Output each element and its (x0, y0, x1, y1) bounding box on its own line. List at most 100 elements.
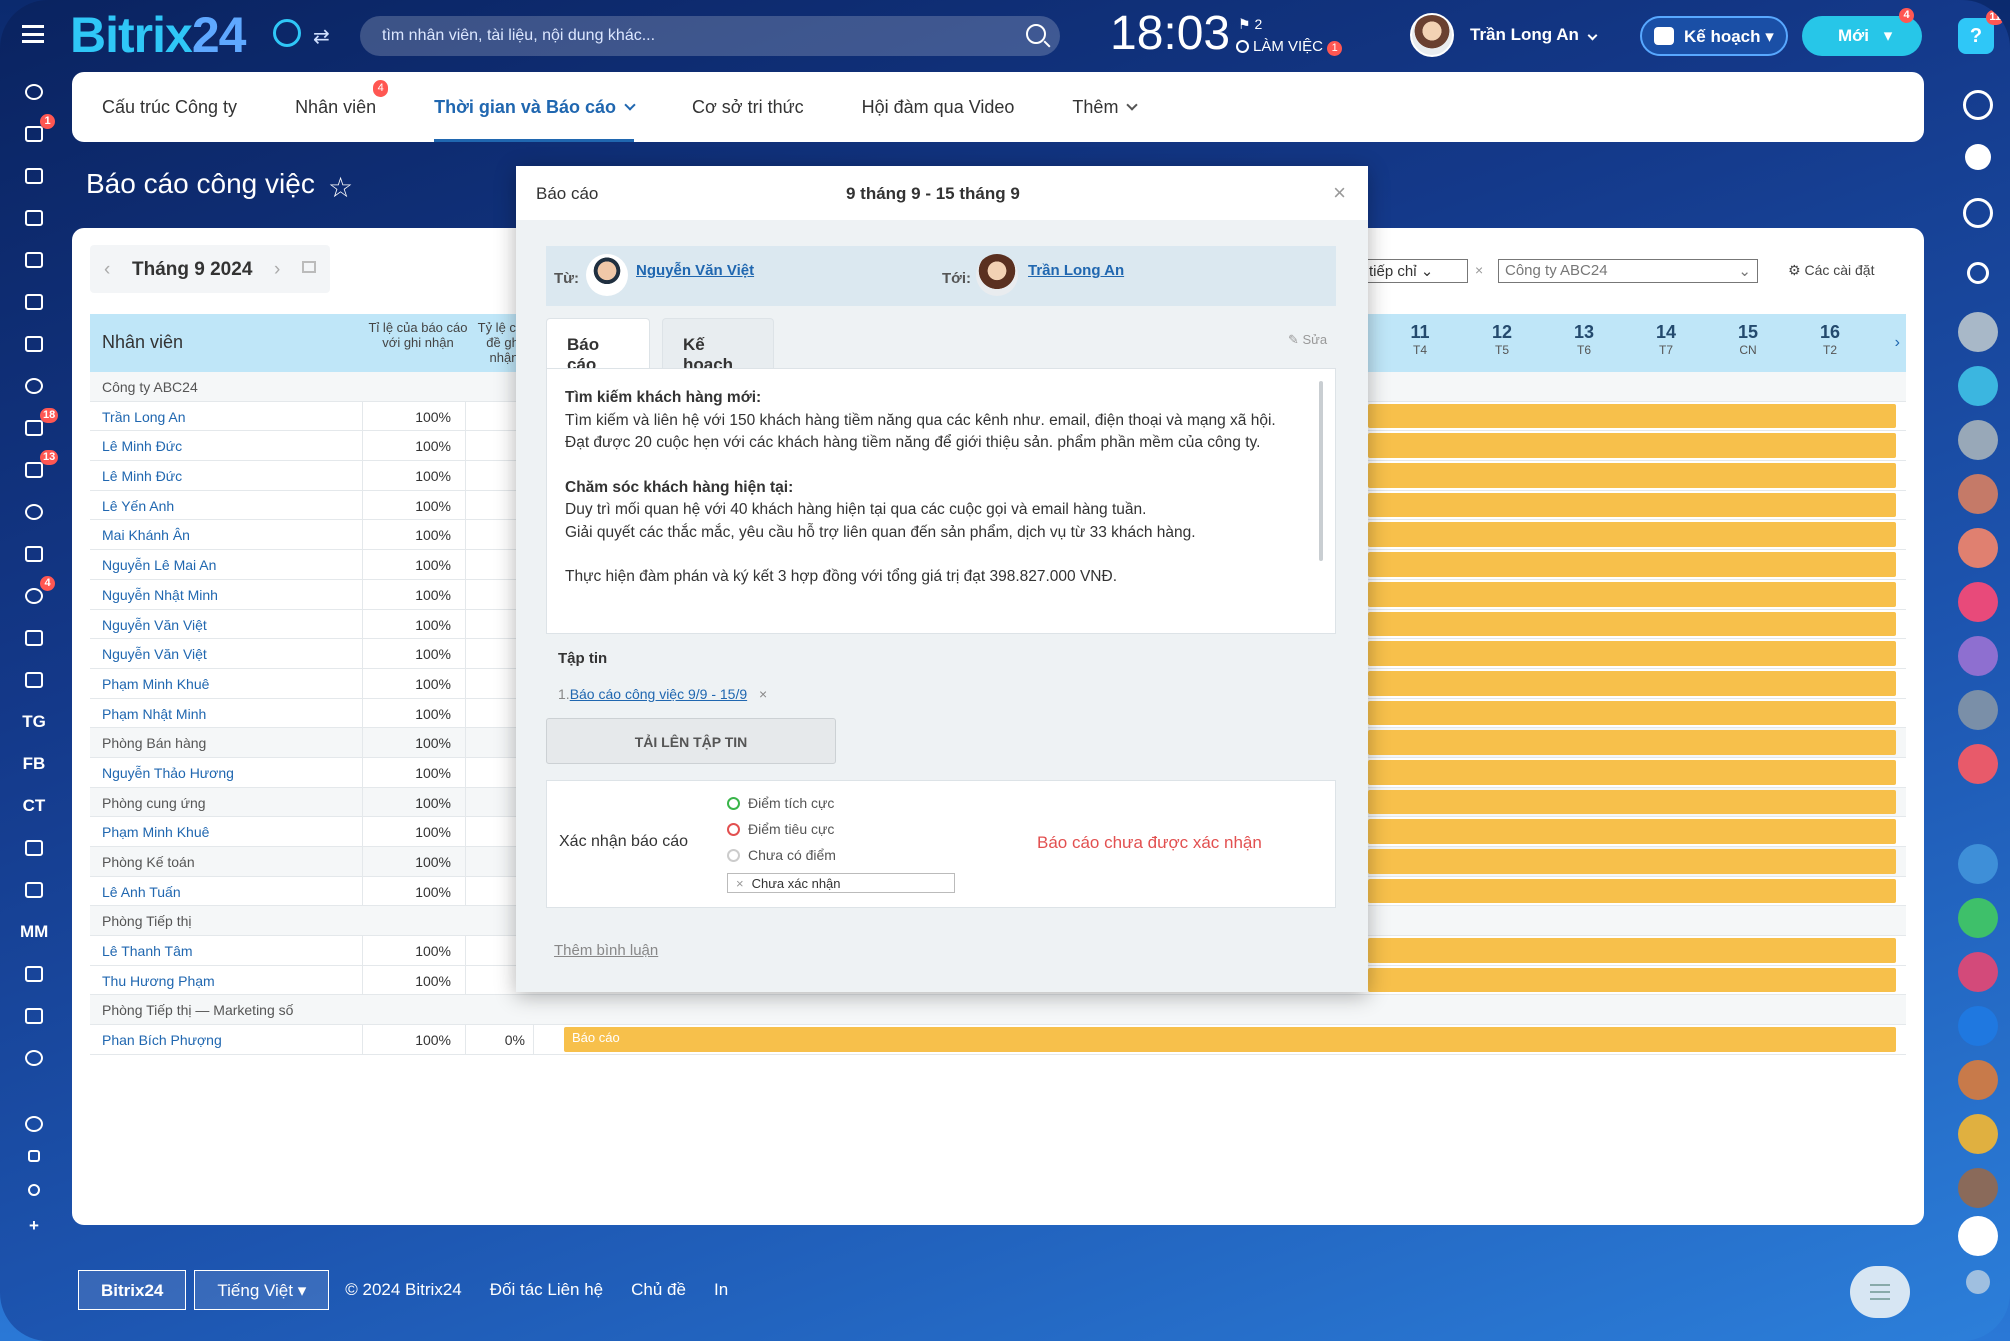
nav-more[interactable]: Thêm (1072, 72, 1139, 142)
chat-button[interactable] (1850, 1266, 1910, 1318)
sidebar-item-mm[interactable]: MM (20, 922, 48, 944)
report-bar[interactable] (1368, 670, 1896, 696)
footer-brand-button[interactable]: Bitrix24 (78, 1270, 187, 1310)
avatar[interactable] (1958, 1060, 1998, 1100)
sidebar-item-edit[interactable] (20, 1006, 48, 1028)
help-circle-icon[interactable] (20, 1114, 48, 1136)
report-bar[interactable] (1368, 552, 1896, 577)
sidebar-item-tg[interactable]: TG (20, 712, 48, 734)
plus-icon[interactable]: + (20, 1216, 48, 1238)
avatar[interactable] (1958, 528, 1998, 568)
search-input[interactable]: tìm nhân viên, tài liệu, nội dung khác..… (360, 16, 1060, 56)
month-selector[interactable]: ‹ Tháng 9 2024 › (90, 245, 330, 293)
file-link[interactable]: Báo cáo công việc 9/9 - 15/9 (570, 686, 747, 702)
target-icon[interactable] (1963, 90, 1993, 120)
filter-select[interactable]: tiếp chỉ ⌄ (1364, 259, 1468, 283)
sidebar-item-drive[interactable] (20, 250, 48, 272)
sidebar-item-target[interactable] (20, 502, 48, 524)
avatar[interactable] (1958, 474, 1998, 514)
avatar[interactable] (1958, 312, 1998, 352)
nav-knowledge-base[interactable]: Cơ sở tri thức (692, 72, 804, 142)
report-bar[interactable] (1368, 789, 1896, 815)
sidebar-item-filter[interactable]: 13 (20, 450, 59, 482)
report-bar[interactable] (1368, 967, 1896, 993)
employee-name[interactable]: Lê Thanh Tâm (102, 943, 193, 959)
footer-theme-link[interactable]: Chủ đề (631, 1280, 686, 1300)
employee-name[interactable]: Nguyễn Nhật Minh (102, 587, 218, 603)
logo[interactable]: Bitrix24 (70, 6, 246, 64)
sidebar-item-mail[interactable] (20, 334, 48, 356)
flag-counter[interactable]: ⚑ 2 (1238, 16, 1262, 33)
report-bar[interactable] (1368, 730, 1896, 755)
option-positive[interactable]: Điểm tích cực (727, 795, 834, 811)
sidebar-item-fb[interactable]: FB (20, 754, 48, 776)
employee-name[interactable]: Phạm Nhật Minh (102, 706, 206, 722)
tab-plan[interactable]: Kế hoạch (662, 318, 774, 374)
employee-name[interactable]: Nguyễn Văn Việt (102, 617, 207, 633)
sidebar-item-bank[interactable] (20, 838, 48, 860)
add-user-icon[interactable] (1966, 1270, 1990, 1294)
sidebar-item-ct[interactable]: CT (20, 796, 48, 818)
report-bar[interactable] (1368, 611, 1896, 637)
employee-name[interactable]: Nguyễn Văn Việt (102, 646, 207, 662)
report-bar[interactable] (1368, 433, 1896, 459)
company-select[interactable]: Công ty ABC24 ⌄ (1498, 259, 1758, 283)
report-bar[interactable] (1368, 819, 1896, 844)
add-comment-link[interactable]: Thêm bình luận (554, 942, 658, 959)
next-month-icon[interactable]: › (274, 259, 280, 281)
settings-button[interactable]: ⚙ Các cài đặt (1788, 262, 1875, 279)
employee-name[interactable]: Lê Minh Đức (102, 468, 182, 484)
report-bar[interactable] (1368, 463, 1896, 488)
help-icon[interactable]: ? 11 (1958, 10, 2004, 54)
sidebar-item-analytics[interactable] (20, 964, 48, 986)
chat-icon[interactable] (1958, 366, 1998, 406)
sidebar-item-chat[interactable] (20, 292, 48, 314)
star-icon[interactable]: ☆ (328, 171, 353, 204)
report-bar[interactable] (1368, 938, 1896, 963)
close-icon[interactable]: × (1475, 262, 1483, 278)
avatar[interactable] (1958, 744, 1998, 784)
from-user-link[interactable]: Nguyễn Văn Việt (636, 262, 754, 279)
menu-icon[interactable] (22, 25, 44, 43)
sidebar-item-box[interactable] (20, 670, 48, 692)
footer-partner-link[interactable]: Đối tác Liên hệ (490, 1280, 603, 1300)
info-icon[interactable] (1958, 1006, 1998, 1046)
employee-name[interactable]: Lê Yến Anh (102, 498, 174, 514)
report-bar[interactable] (1368, 492, 1896, 518)
plan-button[interactable]: Kế hoạch ▾ (1640, 16, 1788, 56)
option-negative[interactable]: Điểm tiêu cực (727, 821, 834, 837)
prev-month-icon[interactable]: ‹ (104, 259, 110, 281)
group-icon[interactable] (1958, 844, 1998, 884)
employee-name[interactable]: Nguyễn Thảo Hương (102, 765, 234, 781)
close-icon[interactable]: × (1333, 180, 1346, 206)
report-bar[interactable] (1368, 403, 1896, 429)
nav-employees[interactable]: Nhân viên 4 (295, 72, 389, 142)
sidebar-item-feed[interactable] (20, 82, 48, 104)
lock-shield-icon[interactable] (1958, 1216, 1998, 1256)
avatar[interactable] (1958, 952, 1998, 992)
video-icon[interactable] (1958, 582, 1998, 622)
sidebar-item-more[interactable] (20, 1048, 48, 1070)
gear-icon[interactable] (20, 1182, 48, 1204)
sitemap-icon[interactable] (20, 1148, 48, 1170)
lightbulb-icon[interactable] (1958, 1114, 1998, 1154)
language-select[interactable]: Tiếng Việt ▾ (194, 1270, 330, 1310)
chevron-right-icon[interactable]: › (1895, 334, 1900, 352)
nav-video-conference[interactable]: Hội đàm qua Video (862, 72, 1015, 142)
bell-icon[interactable] (1965, 144, 1991, 170)
report-bar[interactable] (1368, 641, 1896, 666)
avatar[interactable] (1958, 1168, 1998, 1208)
employee-name[interactable]: Mai Khánh Ân (102, 527, 190, 543)
avatar[interactable] (1958, 636, 1998, 676)
to-user-link[interactable]: Trần Long An (1028, 262, 1124, 279)
employee-name[interactable]: Nguyễn Lê Mai An (102, 557, 216, 573)
sidebar-item-calendar[interactable] (20, 166, 48, 188)
option-none[interactable]: Chưa có điểm (727, 847, 836, 863)
report-bar[interactable] (1368, 700, 1896, 726)
nav-company-structure[interactable]: Cấu trúc Công ty (102, 72, 237, 142)
report-bar[interactable] (1368, 878, 1896, 904)
report-bar[interactable] (1368, 522, 1896, 548)
avatar[interactable] (1958, 420, 1998, 460)
search-icon[interactable] (1026, 24, 1046, 44)
employee-name[interactable]: Trần Long An (102, 409, 186, 425)
